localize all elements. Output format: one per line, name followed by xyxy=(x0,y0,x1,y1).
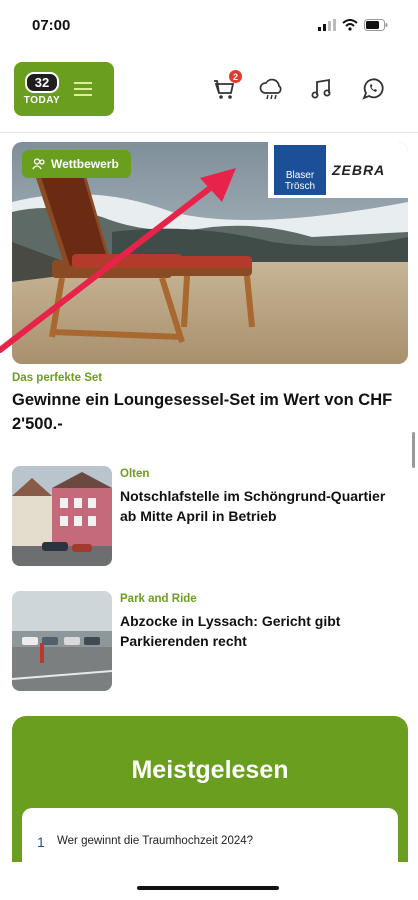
most-read-section: Meistgelesen 1 Wer gewinnt die Traumhoch… xyxy=(12,716,408,886)
weather-button[interactable] xyxy=(256,74,286,104)
logo-number: 32 xyxy=(24,72,60,93)
app-header: 32 TODAY 2 xyxy=(0,52,418,133)
main-article-kicker: Das perfekte Set xyxy=(12,372,103,384)
cart-button[interactable]: 2 xyxy=(210,70,242,104)
scrollbar[interactable] xyxy=(412,432,415,468)
most-read-title: Meistgelesen xyxy=(131,756,289,784)
home-indicator[interactable] xyxy=(137,886,279,890)
article-kicker: Olten xyxy=(120,468,150,480)
article-kicker: Park and Ride xyxy=(120,593,197,605)
status-bar: 07:00 xyxy=(0,0,418,52)
sponsor-logo-blaser: Blaser Trösch xyxy=(274,145,326,195)
sponsor-logo-blaser-line1: Blaser xyxy=(285,170,315,181)
sponsor-banner: Blaser Trösch ZEBRA xyxy=(268,142,408,198)
annotation-arrow xyxy=(0,168,236,353)
wifi-icon xyxy=(342,19,358,31)
logo-text: TODAY xyxy=(23,95,61,106)
music-button[interactable] xyxy=(306,74,336,104)
whatsapp-icon xyxy=(362,78,384,100)
cart-badge: 2 xyxy=(229,70,242,83)
battery-icon xyxy=(364,19,388,31)
article-thumbnail xyxy=(12,591,112,691)
article-title[interactable]: Abzocke in Lyssach: Gericht gibt Parkier… xyxy=(120,611,400,651)
main-article-title[interactable]: Gewinne ein Loungesessel-Set im Wert von… xyxy=(12,388,408,436)
status-time: 07:00 xyxy=(32,17,71,34)
weather-icon xyxy=(259,78,282,100)
home-area xyxy=(0,862,418,900)
menu-icon[interactable] xyxy=(74,82,92,96)
most-read-rank: 1 xyxy=(37,834,45,850)
whatsapp-button[interactable] xyxy=(358,74,388,104)
most-read-item-title[interactable]: Wer gewinnt die Traumhochzeit 2024? xyxy=(57,835,253,847)
signal-icon xyxy=(318,19,336,31)
logo-menu-button[interactable]: 32 TODAY xyxy=(14,62,114,116)
sponsor-logo-blaser-line2: Trösch xyxy=(284,181,316,192)
logo: 32 TODAY xyxy=(24,72,60,106)
list-item[interactable]: Olten Notschlafstelle im Schöngrund-Quar… xyxy=(12,466,408,566)
sponsor-logo-zebra: ZEBRA xyxy=(332,162,386,178)
list-item[interactable]: Park and Ride Abzocke in Lyssach: Gerich… xyxy=(12,591,408,691)
article-thumbnail xyxy=(12,466,112,566)
article-title[interactable]: Notschlafstelle im Schöngrund-Quartier a… xyxy=(120,486,400,526)
music-icon xyxy=(311,78,331,99)
status-icons xyxy=(318,19,388,31)
